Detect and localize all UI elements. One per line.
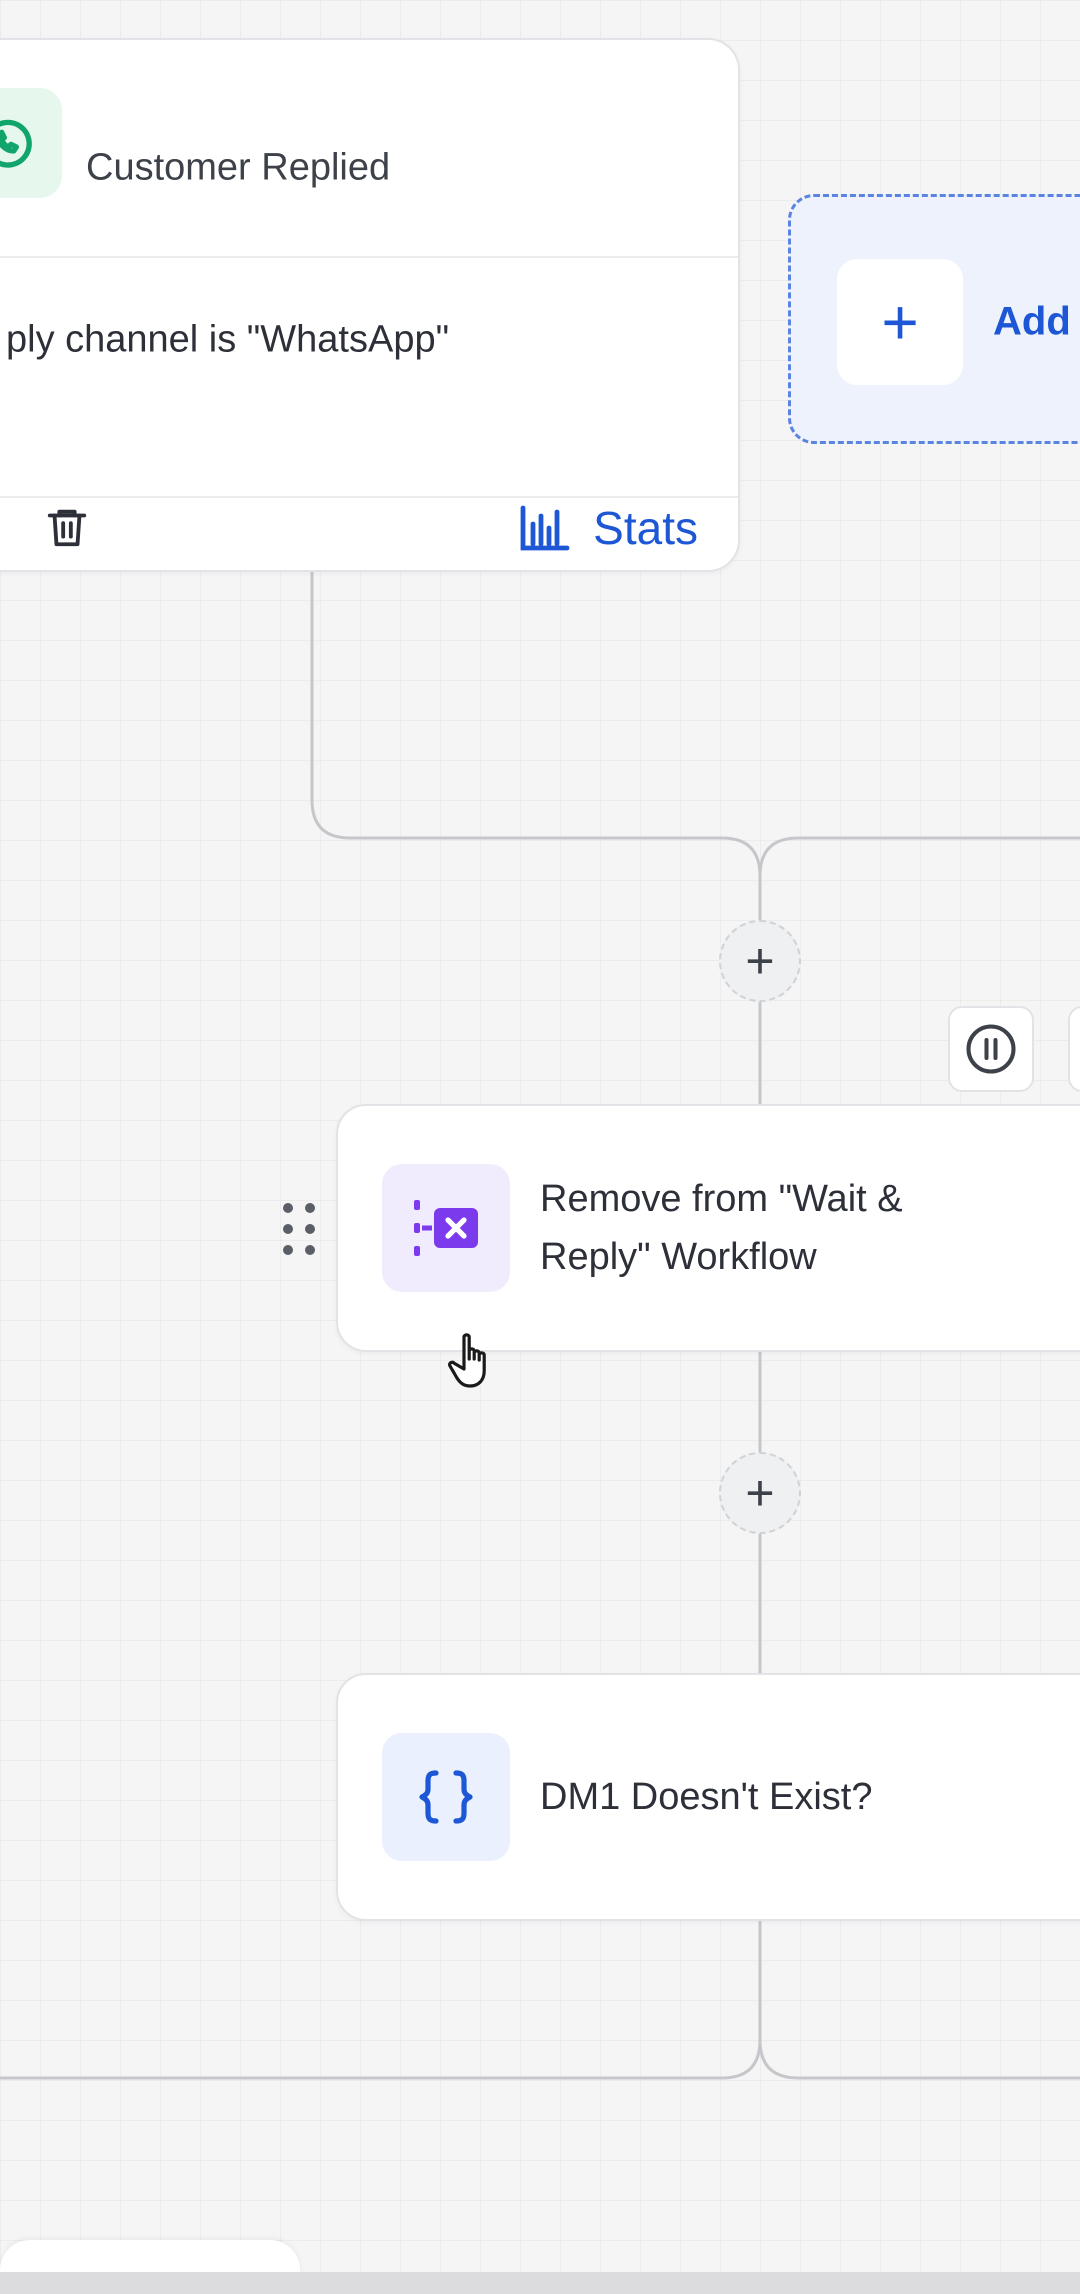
- trigger-title: Customer Replied: [86, 146, 391, 189]
- trash-icon: [47, 509, 87, 547]
- workflow-canvas[interactable]: Customer Replied ply channel is "WhatsAp…: [0, 0, 1080, 2294]
- plus-icon: +: [745, 1465, 775, 1521]
- whatsapp-icon: [0, 88, 62, 198]
- remove-from-workflow-icon: [382, 1164, 510, 1292]
- add-branch-label: Add: [993, 299, 1071, 344]
- action-card-condition[interactable]: DM1 Doesn't Exist?: [336, 1673, 1080, 1921]
- plus-icon: +: [745, 933, 775, 989]
- stats-button[interactable]: Stats: [519, 496, 698, 560]
- add-step-button[interactable]: +: [719, 920, 801, 1002]
- action-title: DM1 Doesn't Exist?: [540, 1776, 873, 1818]
- add-branch-button[interactable]: + Add: [788, 194, 1080, 444]
- action-title: Remove from "Wait & Reply" Workflow: [540, 1178, 903, 1278]
- plus-icon: +: [837, 259, 963, 385]
- bar-chart-icon: [520, 505, 570, 551]
- branch-control-button[interactable]: [1068, 1006, 1080, 1092]
- code-braces-icon: [382, 1733, 510, 1861]
- trigger-card[interactable]: Customer Replied ply channel is "WhatsAp…: [0, 38, 740, 572]
- pause-button[interactable]: [948, 1006, 1034, 1092]
- drag-handle-icon[interactable]: [278, 1200, 322, 1258]
- trigger-condition: ply channel is "WhatsApp": [6, 318, 450, 361]
- stats-label: Stats: [593, 502, 698, 554]
- trigger-condition-area: [0, 256, 738, 498]
- pause-icon: [966, 1024, 1016, 1074]
- bottom-bar: [0, 2272, 1080, 2294]
- action-card-remove-from-workflow[interactable]: Remove from "Wait & Reply" Workflow: [336, 1104, 1080, 1352]
- delete-button[interactable]: [32, 492, 102, 562]
- hand-cursor-icon: [448, 1330, 504, 1394]
- add-step-button[interactable]: +: [719, 1452, 801, 1534]
